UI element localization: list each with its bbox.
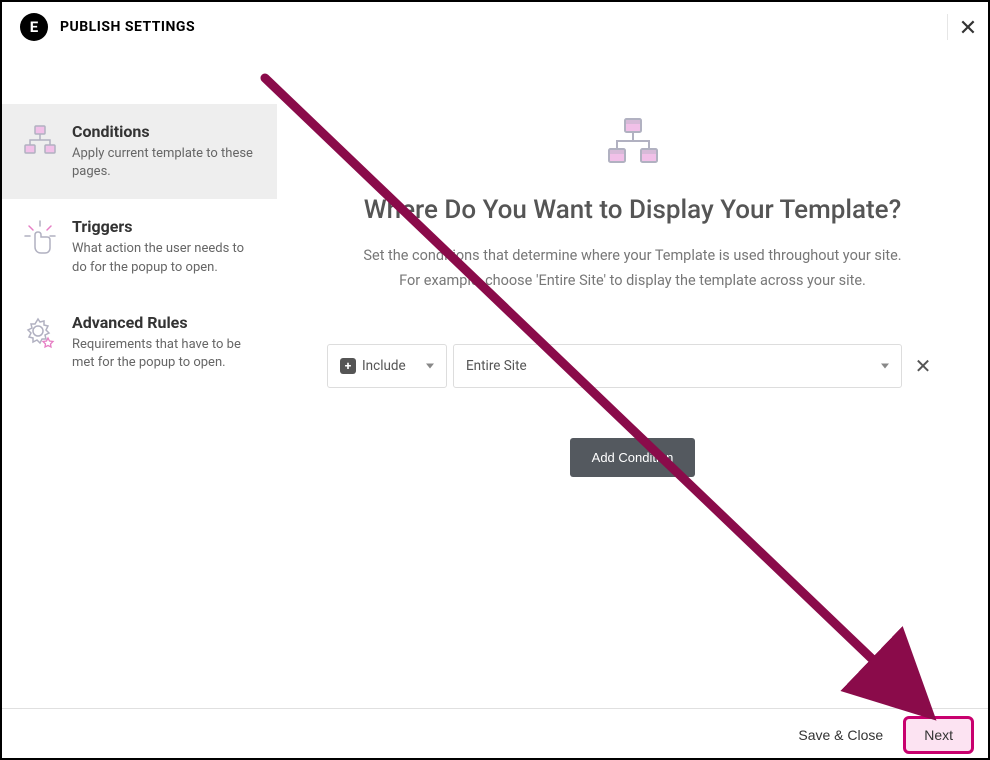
plus-icon: + <box>340 358 356 374</box>
sitemap-icon <box>22 122 58 158</box>
main-heading: Where Do You Want to Display Your Templa… <box>317 195 948 225</box>
gear-star-icon <box>22 313 58 349</box>
sidebar-item-desc: Requirements that have to be met for the… <box>72 336 259 372</box>
sidebar-item-advanced-rules[interactable]: Advanced Rules Requirements that have to… <box>2 295 277 390</box>
sidebar-item-desc: Apply current template to these pages. <box>72 145 259 181</box>
include-dropdown[interactable]: + Include <box>327 344 447 388</box>
hero-sitemap-icon <box>317 117 948 165</box>
scope-label: Entire Site <box>466 358 527 374</box>
settings-sidebar: Conditions Apply current template to the… <box>2 52 277 708</box>
include-label: Include <box>362 358 406 374</box>
sidebar-item-text: Advanced Rules Requirements that have to… <box>72 313 259 372</box>
save-close-button[interactable]: Save & Close <box>784 719 897 751</box>
sidebar-item-conditions[interactable]: Conditions Apply current template to the… <box>2 104 277 199</box>
sidebar-item-triggers[interactable]: Triggers What action the user needs to d… <box>2 199 277 294</box>
chevron-down-icon <box>881 363 889 368</box>
click-icon <box>22 217 58 253</box>
divider <box>947 14 948 40</box>
add-condition-wrap: Add Condition <box>317 438 948 477</box>
close-button[interactable]: ✕ <box>950 10 986 46</box>
scope-dropdown[interactable]: Entire Site <box>453 344 902 388</box>
sidebar-item-text: Triggers What action the user needs to d… <box>72 217 259 276</box>
elementor-logo: E <box>20 13 48 41</box>
sidebar-item-text: Conditions Apply current template to the… <box>72 122 259 181</box>
remove-condition-button[interactable]: ✕ <box>908 344 938 388</box>
sidebar-item-title: Triggers <box>72 217 259 236</box>
lead-line-2: For example, choose 'Entire Site' to dis… <box>399 272 866 289</box>
sidebar-item-desc: What action the user needs to do for the… <box>72 240 259 276</box>
sidebar-item-title: Conditions <box>72 122 259 141</box>
modal-header: E PUBLISH SETTINGS ✕ <box>2 2 988 52</box>
chevron-down-icon <box>426 363 434 368</box>
sidebar-item-title: Advanced Rules <box>72 313 259 332</box>
modal-title: PUBLISH SETTINGS <box>60 19 195 35</box>
add-condition-button[interactable]: Add Condition <box>570 438 696 477</box>
publish-settings-modal: E PUBLISH SETTINGS ✕ Condition <box>0 0 990 760</box>
logo-letter: E <box>30 18 38 36</box>
condition-row: + Include Entire Site ✕ <box>317 344 948 388</box>
close-icon: ✕ <box>915 354 932 378</box>
lead-line-1: Set the conditions that determine where … <box>363 247 901 264</box>
main-description: Set the conditions that determine where … <box>317 243 948 294</box>
modal-footer: Save & Close Next <box>2 708 988 760</box>
close-icon: ✕ <box>959 16 977 41</box>
next-button[interactable]: Next <box>903 716 974 754</box>
modal-body: Conditions Apply current template to the… <box>2 52 988 708</box>
main-panel: Where Do You Want to Display Your Templa… <box>277 52 988 708</box>
